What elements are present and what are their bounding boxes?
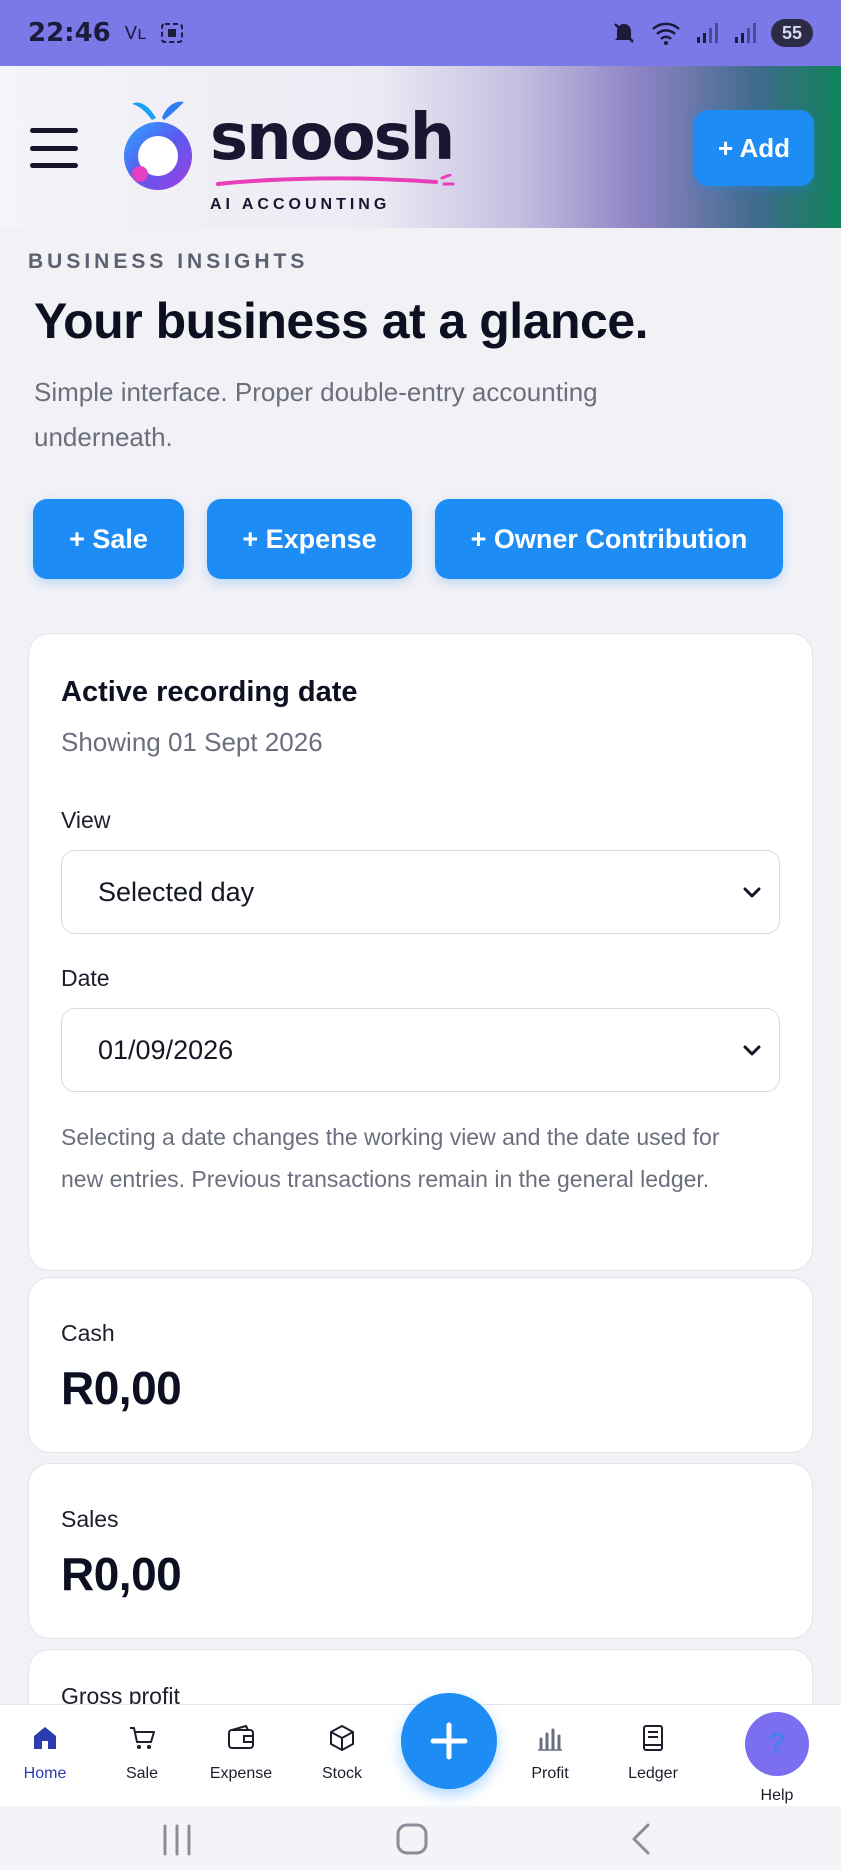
section-eyebrow: BUSINESS INSIGHTS: [28, 250, 309, 273]
box-icon: [330, 1725, 354, 1751]
help-label: Help: [760, 1787, 794, 1804]
cash-value: R0,00: [61, 1362, 182, 1414]
nav-home-label: Home: [23, 1765, 67, 1782]
card-subtitle: Showing 01 Sept 2026: [61, 727, 323, 757]
screenshot-icon: [161, 23, 184, 43]
plus-icon: [430, 1722, 468, 1760]
wallet-icon: [228, 1724, 254, 1749]
hamburger-menu-icon[interactable]: [30, 128, 78, 168]
add-owner-contribution-button[interactable]: + Owner Contribution: [435, 499, 783, 579]
nav-sale-label: Sale: [125, 1765, 159, 1782]
chevron-down-icon: [743, 887, 761, 898]
recent-apps-icon[interactable]: [160, 1824, 194, 1856]
view-select[interactable]: Selected day: [61, 850, 780, 934]
logo: snoosh AI ACCOUNTING: [118, 88, 458, 213]
view-label: View: [61, 807, 111, 833]
nav-profit[interactable]: Profit: [500, 1723, 600, 1783]
fab-add-button[interactable]: [401, 1693, 497, 1789]
mute-icon: [614, 23, 634, 43]
signal-icon-2: [735, 23, 756, 43]
date-select[interactable]: 01/09/2026: [61, 1008, 780, 1092]
bottom-nav: Home Sale Expense Stock Profit Ledger ? …: [0, 1693, 841, 1806]
nav-stock-label: Stock: [321, 1765, 362, 1782]
help-button[interactable]: ?: [745, 1712, 809, 1776]
nav-expense-label: Expense: [209, 1765, 273, 1782]
chevron-down-icon: [743, 1045, 761, 1056]
back-icon[interactable]: [628, 1822, 654, 1856]
card-title: Active recording date: [61, 676, 358, 708]
cash-label: Cash: [61, 1320, 115, 1346]
nav-ledger[interactable]: Ledger: [603, 1723, 703, 1783]
logo-underline: [216, 174, 455, 186]
add-sale-button[interactable]: + Sale: [33, 499, 184, 579]
logo-apple-icon: [124, 101, 192, 190]
nav-sale[interactable]: Sale: [92, 1723, 192, 1783]
wifi-icon: [652, 22, 680, 45]
status-right: 55: [611, 19, 813, 47]
date-label: Date: [61, 965, 110, 991]
add-button[interactable]: + Add: [694, 110, 814, 186]
date-help-text: Selecting a date changes the working vie…: [61, 1124, 720, 1192]
nav-home[interactable]: Home: [0, 1723, 95, 1783]
home-button-icon[interactable]: [395, 1822, 429, 1856]
status-time: 22:46: [28, 18, 111, 48]
logo-wordmark: snoosh: [210, 101, 455, 175]
home-icon: [34, 1727, 56, 1749]
sales-label: Sales: [61, 1506, 119, 1532]
page-title: Your business at a glance.: [34, 293, 649, 349]
sales-value: R0,00: [61, 1548, 182, 1600]
nav-expense[interactable]: Expense: [191, 1723, 291, 1783]
nav-profit-label: Profit: [531, 1765, 569, 1782]
bar-chart-icon: [538, 1728, 562, 1751]
add-expense-button[interactable]: + Expense: [207, 499, 412, 579]
cart-icon: [130, 1727, 155, 1749]
status-left: 22:46 Vʟ: [28, 18, 184, 48]
sales-card: Sales R0,00: [28, 1463, 813, 1639]
cash-card: Cash R0,00: [28, 1277, 813, 1453]
logo-tagline: AI ACCOUNTING: [210, 196, 391, 213]
app-header: snoosh AI ACCOUNTING + Add: [0, 66, 841, 228]
help-question-icon: ?: [767, 1727, 787, 1760]
signal-icon: [697, 23, 718, 43]
nav-stock[interactable]: Stock: [292, 1723, 392, 1783]
recording-date-card: Active recording date Showing 01 Sept 20…: [28, 633, 813, 1271]
book-icon: [643, 1725, 663, 1751]
date-select-value: 01/09/2026: [98, 1034, 234, 1065]
view-select-value: Selected day: [98, 876, 255, 907]
nav-ledger-label: Ledger: [628, 1765, 678, 1782]
page-subtitle: Simple interface. Proper double-entry ac…: [34, 377, 598, 452]
status-bar: 22:46 Vʟ 55: [0, 0, 841, 66]
status-indicators: Vʟ: [124, 22, 147, 44]
battery-badge: 55: [771, 19, 813, 47]
system-nav-bar: [0, 1806, 841, 1870]
